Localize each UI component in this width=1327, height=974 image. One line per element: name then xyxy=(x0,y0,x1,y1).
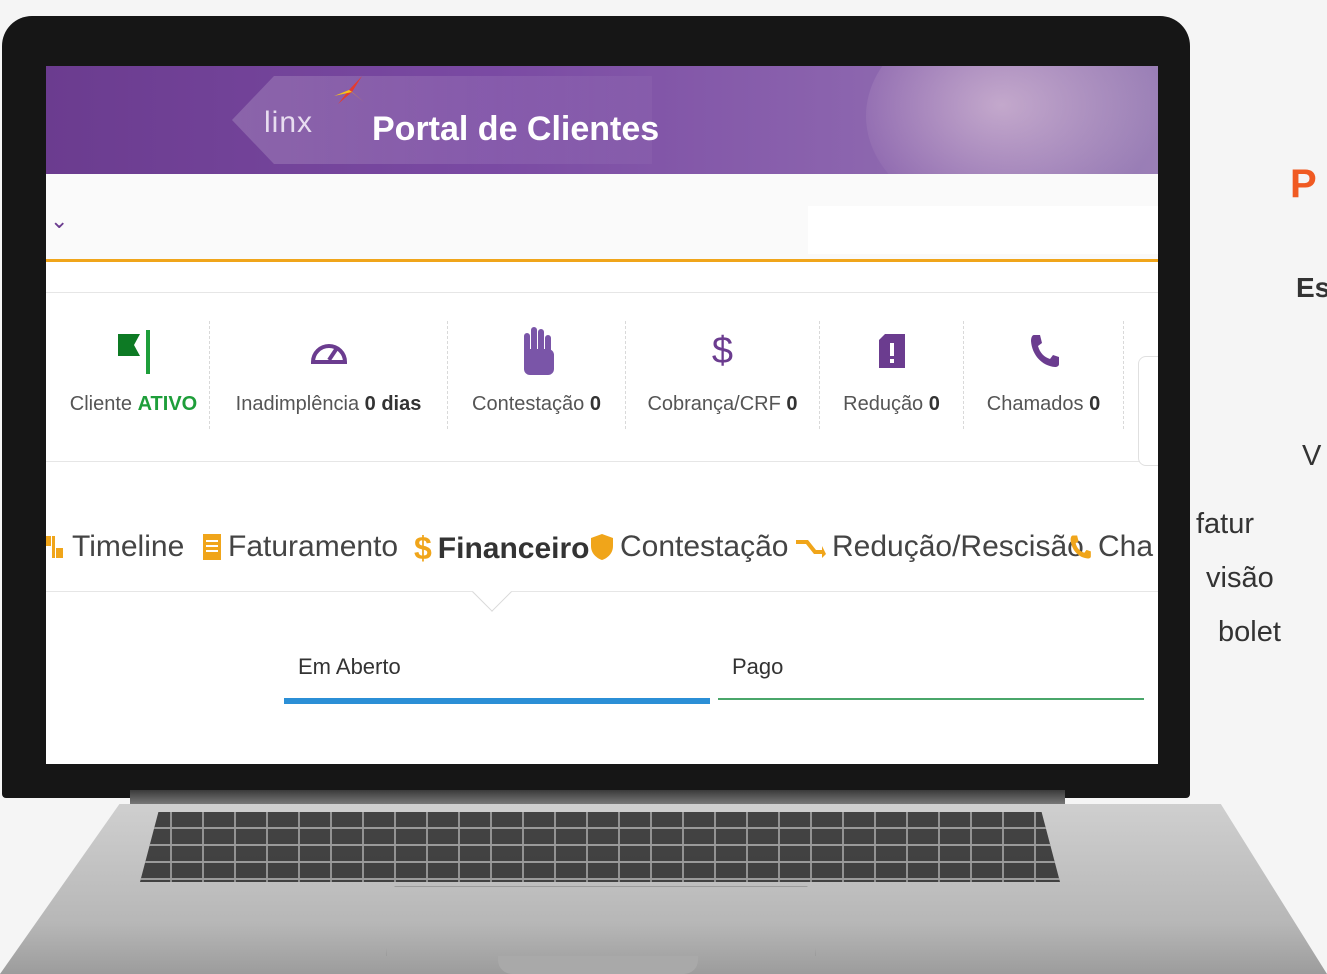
subtab-pago[interactable]: Pago xyxy=(732,654,783,680)
status-value: 0 xyxy=(1089,393,1101,415)
status-value: 0 xyxy=(928,393,940,415)
tab-chamados[interactable]: Cha xyxy=(1068,530,1153,564)
laptop-screen: Linx Portal de Clientes ⌄ Cliente ATIVO … xyxy=(46,66,1158,764)
tab-label: Redução/Rescisão xyxy=(832,530,1084,563)
laptop-hinge xyxy=(130,790,1065,804)
document-alert-icon xyxy=(878,334,905,368)
tab-label: Faturamento xyxy=(228,530,399,563)
arrow-down-icon xyxy=(794,536,826,558)
status-chamados[interactable]: Chamados 0 xyxy=(964,321,1124,429)
status-reducao[interactable]: Redução 0 xyxy=(820,321,964,429)
status-label: Cliente xyxy=(69,393,133,415)
gauge-icon xyxy=(310,344,347,364)
linx-star-icon xyxy=(334,76,364,104)
keyboard-rows xyxy=(140,812,1060,882)
brand-logo-text[interactable]: Linx xyxy=(264,106,313,140)
search-field[interactable] xyxy=(808,206,1158,254)
status-inadimplencia[interactable]: Inadimplência 0 dias xyxy=(210,321,448,429)
tab-label: Timeline xyxy=(72,530,185,563)
side-heading: P xyxy=(1290,162,1317,206)
sub-header: ⌄ xyxy=(46,174,1158,262)
card-edge xyxy=(1138,356,1158,466)
side-text-line: V xyxy=(1302,440,1322,472)
tab-bar: Timeline Faturamento $ Financeiro Contes… xyxy=(46,496,1158,576)
status-value: 0 xyxy=(786,393,798,415)
phone-icon xyxy=(1068,534,1092,560)
status-label: Contestação xyxy=(472,393,585,415)
side-text-line: bolet xyxy=(1218,616,1281,648)
status-cliente[interactable]: Cliente ATIVO xyxy=(58,321,210,429)
status-label: Redução xyxy=(843,393,924,415)
laptop-trackpad xyxy=(386,886,816,956)
phone-icon xyxy=(1030,335,1059,367)
status-label: Cobrança/CRF xyxy=(647,393,781,415)
dollar-icon: $ xyxy=(414,530,432,566)
tab-timeline[interactable]: Timeline xyxy=(46,530,184,564)
header-photo xyxy=(866,66,1158,174)
tab-label: Contestação xyxy=(620,530,789,563)
side-subheading: Es xyxy=(1296,272,1327,303)
laptop-notch xyxy=(498,956,698,974)
timeline-icon xyxy=(46,534,66,560)
flag-icon xyxy=(117,330,150,374)
subtab-active-indicator xyxy=(284,698,710,704)
page-title: Portal de Clientes xyxy=(372,110,660,148)
chevron-down-icon[interactable]: ⌄ xyxy=(50,208,68,234)
status-contestacao[interactable]: Contestação 0 xyxy=(448,321,626,429)
status-value: 0 xyxy=(589,393,601,415)
tab-reducao-rescisao[interactable]: Redução/Rescisão xyxy=(794,530,1084,564)
dollar-icon: $ xyxy=(711,329,734,372)
tab-label: Financeiro xyxy=(437,531,590,565)
invoice-icon xyxy=(202,533,222,561)
portal-header: Linx Portal de Clientes xyxy=(46,66,1158,174)
status-value: 0 dias xyxy=(364,393,422,415)
side-text-line: visão xyxy=(1206,562,1274,594)
client-status-bar: Cliente ATIVO Inadimplência 0 dias Conte… xyxy=(46,292,1158,462)
subtab-em-aberto[interactable]: Em Aberto xyxy=(298,654,401,680)
status-label: Chamados xyxy=(986,393,1084,415)
tab-label: Cha xyxy=(1098,530,1154,563)
hand-icon xyxy=(523,327,554,375)
tab-financeiro[interactable]: $ Financeiro xyxy=(414,530,590,567)
tab-divider xyxy=(46,591,1158,592)
active-tab-caret xyxy=(472,572,512,612)
status-value: ATIVO xyxy=(137,393,198,415)
side-text-line: fatur xyxy=(1196,508,1255,540)
status-cobranca[interactable]: $ Cobrança/CRF 0 xyxy=(626,321,820,429)
tab-contestacao[interactable]: Contestação xyxy=(590,530,788,564)
tab-faturamento[interactable]: Faturamento xyxy=(202,530,398,564)
status-label: Inadimplência xyxy=(235,393,360,415)
shield-icon xyxy=(590,533,614,561)
subtab-indicator xyxy=(718,698,1144,700)
